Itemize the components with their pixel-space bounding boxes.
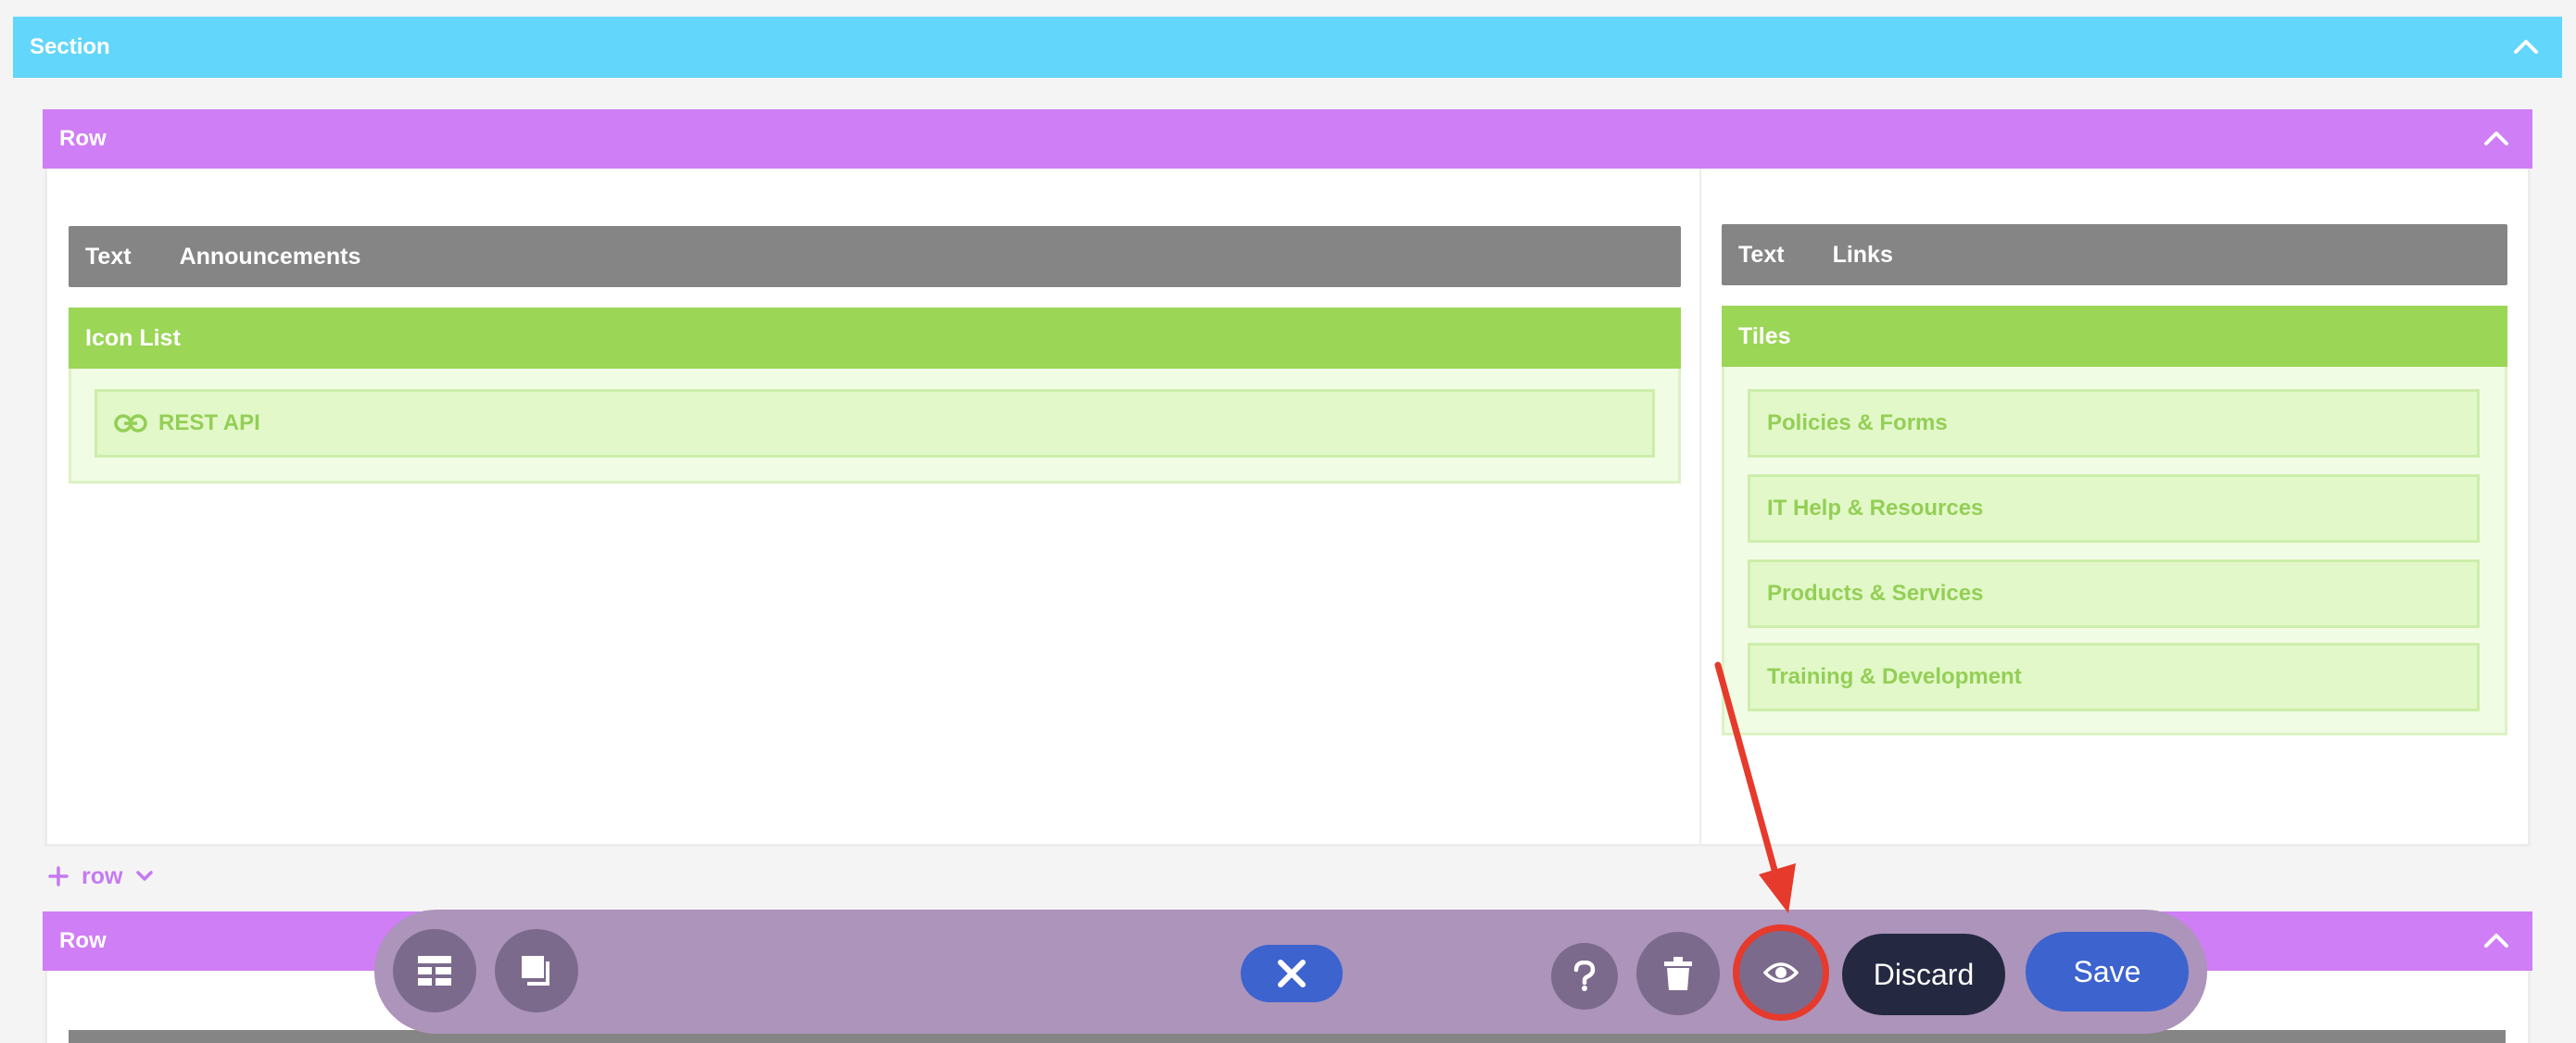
discard-button[interactable]: Discard (1842, 934, 2005, 1015)
section-label: Section (30, 34, 110, 59)
tile-item-training-development[interactable]: Training & Development (1748, 643, 2480, 711)
tile-label: IT Help & Resources (1767, 496, 1984, 521)
module-label: Tiles (1738, 322, 1791, 349)
row-label: Row (59, 126, 107, 151)
section-header[interactable]: Section (13, 17, 2562, 78)
icon-list-module-header[interactable]: Icon List (69, 308, 1681, 369)
chevron-up-icon[interactable] (2482, 129, 2510, 147)
highlight-circle (1733, 924, 1829, 1021)
annotation-arrow (1714, 661, 1796, 913)
close-icon (1278, 960, 1306, 987)
chevron-down-icon[interactable] (135, 870, 154, 883)
text-module-links[interactable]: Text Links (1722, 224, 2507, 285)
text-module-announcements[interactable]: Text Announcements (69, 226, 1681, 287)
help-icon (1573, 961, 1596, 991)
module-type-label: Text (85, 243, 132, 270)
layout-icon (418, 956, 451, 986)
tile-label: Policies & Forms (1767, 410, 1948, 435)
add-row-label: row (82, 862, 123, 889)
layout-button[interactable] (393, 929, 476, 1012)
add-row-button[interactable]: row (48, 860, 154, 893)
tile-item-it-help[interactable]: IT Help & Resources (1748, 474, 2480, 543)
delete-button[interactable] (1636, 932, 1720, 1015)
module-title: Announcements (179, 243, 361, 270)
module-title: Links (1832, 241, 1893, 268)
module-type-label: Text (1738, 241, 1785, 268)
plus-icon (48, 866, 69, 886)
discard-label: Discard (1873, 957, 1975, 991)
chevron-up-icon[interactable] (2482, 931, 2510, 949)
close-editor-button[interactable] (1241, 945, 1343, 1002)
save-label: Save (2073, 954, 2141, 988)
copy-button[interactable] (495, 929, 578, 1012)
trash-icon (1664, 957, 1692, 990)
copy-icon (522, 956, 549, 986)
tiles-module-header[interactable]: Tiles (1722, 306, 2507, 367)
row-label: Row (59, 928, 107, 953)
list-item[interactable]: REST API (95, 389, 1655, 458)
help-button[interactable] (1551, 943, 1618, 1010)
row-header[interactable]: Row (43, 109, 2532, 169)
link-icon (114, 414, 147, 433)
list-item-label: REST API (158, 410, 260, 435)
column-divider (1699, 169, 1701, 845)
tile-label: Products & Services (1767, 581, 1984, 606)
tile-item-policies-forms[interactable]: Policies & Forms (1748, 389, 2480, 458)
chevron-up-icon[interactable] (2512, 37, 2540, 56)
module-label: Icon List (85, 324, 181, 351)
save-button[interactable]: Save (2026, 932, 2189, 1012)
tile-item-products-services[interactable]: Products & Services (1748, 559, 2480, 628)
